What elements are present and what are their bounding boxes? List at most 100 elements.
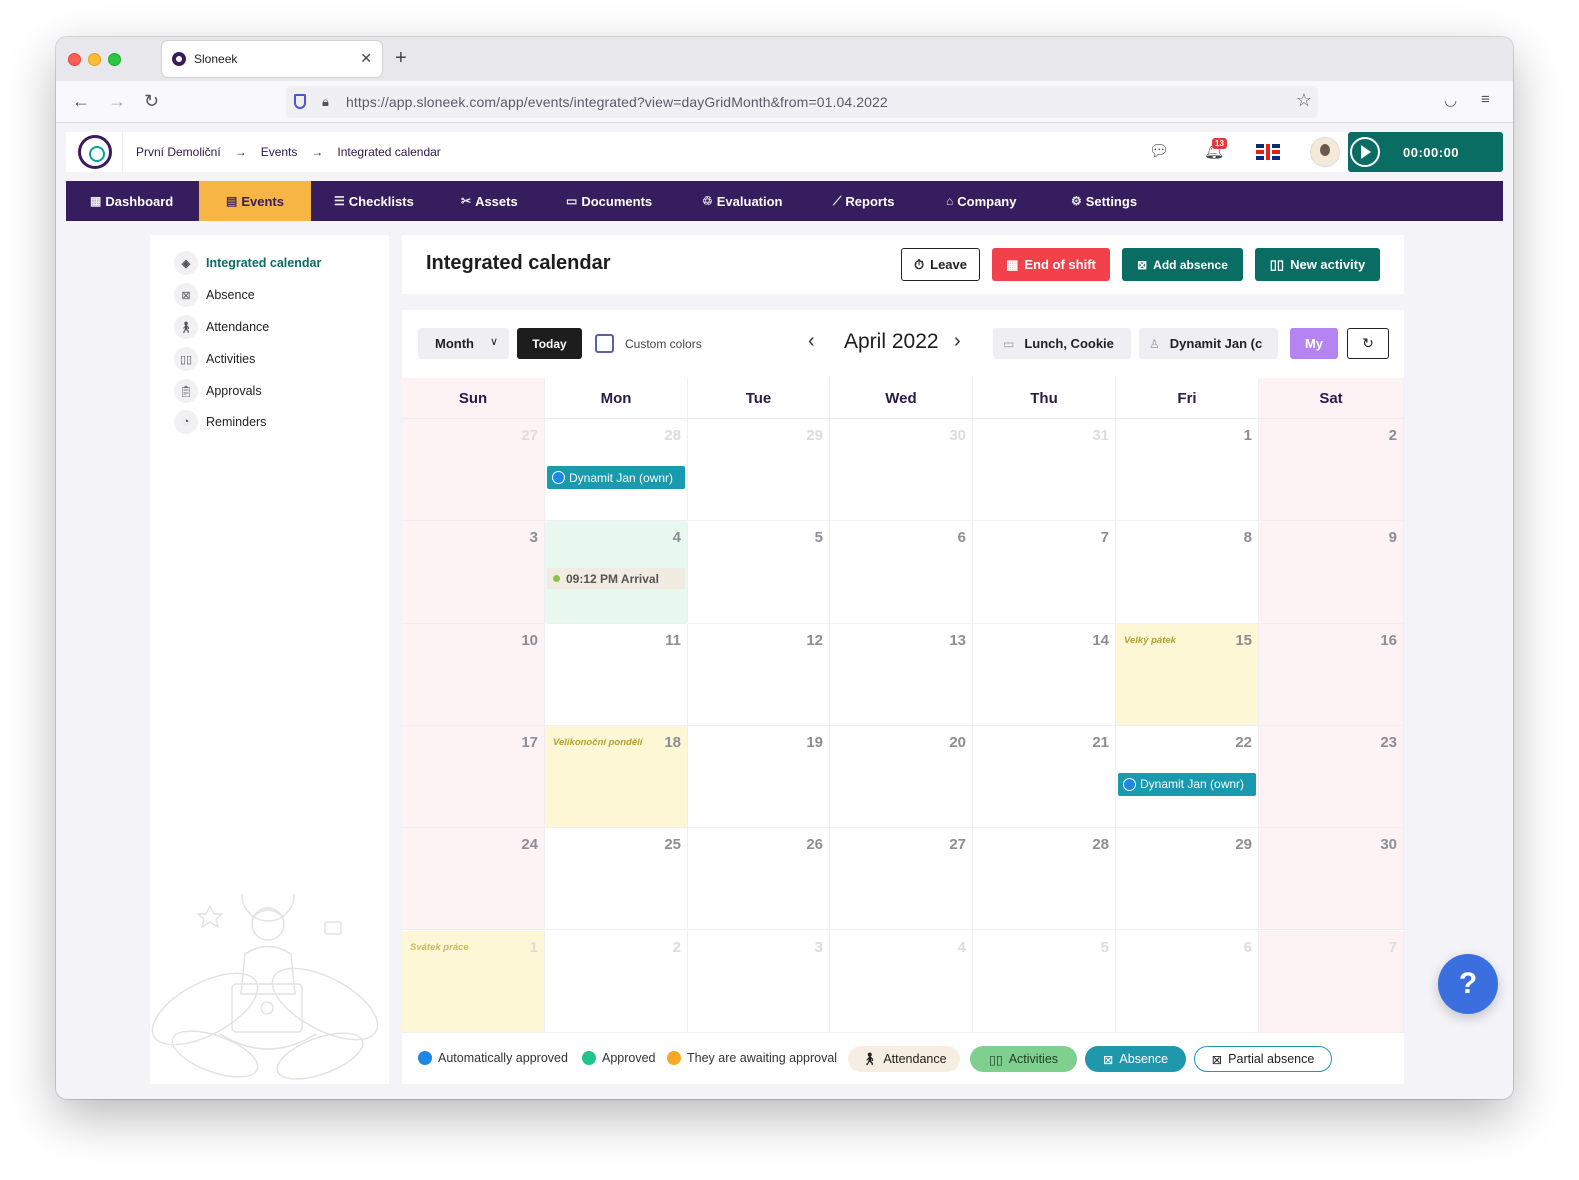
browser-tab[interactable]: Sloneek ✕ (162, 41, 382, 77)
calendar-day-cell[interactable]: 29 (1116, 828, 1259, 931)
calendar-day-cell[interactable]: 16 (1259, 623, 1404, 726)
calendar-day-cell[interactable]: 28 (973, 828, 1116, 931)
legend-absence[interactable]: ⊠ Absence (1085, 1046, 1186, 1072)
calendar-day-cell[interactable]: 7 (973, 521, 1116, 624)
calendar-day-cell[interactable]: 30 (1259, 828, 1404, 931)
legend-activities[interactable]: ▯▯ Activities (970, 1046, 1077, 1072)
chat-icon[interactable]: 💬︎ (1149, 141, 1169, 161)
calendar-day-cell[interactable]: 29 (688, 419, 830, 522)
calendar-day-cell[interactable]: 24 (402, 828, 545, 931)
calendar-day-cell[interactable]: 27 (830, 828, 973, 931)
calendar-day-cell[interactable]: 5 (688, 521, 830, 624)
sidebar-item-integrated-calendar[interactable]: ◈ Integrated calendar (174, 251, 321, 275)
custom-colors-label[interactable]: Custom colors (625, 337, 702, 351)
nav-evaluation[interactable]: ♲ Evaluation (702, 181, 783, 221)
sidebar-item-attendance[interactable]: 🚶︎ Attendance (174, 315, 269, 339)
url-field[interactable]: 🔒︎ https://app.sloneek.com/app/events/in… (286, 86, 1318, 118)
sidebar-item-reminders[interactable]: ◔ Reminders (174, 410, 266, 434)
calendar-day-cell[interactable]: 11 (545, 623, 688, 726)
play-icon[interactable] (1350, 137, 1380, 167)
calendar-day-cell[interactable]: 12 (688, 623, 830, 726)
refresh-icon[interactable]: ↻ (1347, 328, 1389, 359)
calendar-day-cell[interactable]: 21 (973, 725, 1116, 829)
calendar-day-cell[interactable]: 6 (830, 521, 973, 624)
calendar-day-cell[interactable]: 5 (973, 930, 1116, 1033)
pocket-icon[interactable]: ◡ (1444, 91, 1457, 109)
calendar-day-cell[interactable]: 4 (830, 930, 973, 1033)
sidebar-item-absence[interactable]: ⊠ Absence (174, 283, 255, 307)
lock-icon[interactable]: 🔒︎ (322, 94, 329, 110)
calendar-day-cell[interactable]: 4 09:12 PM Arrival (545, 521, 688, 624)
close-window-button[interactable] (68, 53, 81, 66)
nav-checklists[interactable]: ☰ Checklists (334, 181, 414, 221)
shield-icon[interactable] (294, 94, 306, 109)
nav-settings[interactable]: ⚙ Settings (1071, 181, 1137, 221)
help-button[interactable]: ? (1438, 954, 1498, 1014)
calendar-day-cell[interactable]: 2 (545, 930, 688, 1033)
breadcrumb-events[interactable]: Events (261, 145, 298, 159)
calendar-day-cell[interactable]: 17 (402, 725, 545, 829)
sloneek-logo[interactable] (78, 135, 112, 169)
calendar-day-cell[interactable]: 7 (1259, 930, 1404, 1033)
calendar-day-cell[interactable]: 6 (1116, 930, 1259, 1033)
calendar-day-cell[interactable]: 20 (830, 725, 973, 829)
bookmark-star-icon[interactable]: ☆ (1296, 90, 1312, 111)
menu-icon[interactable]: ≡ (1481, 91, 1490, 108)
legend-attendance[interactable]: 🚶︎ Attendance (848, 1046, 960, 1072)
calendar-day-cell[interactable]: 8 (1116, 521, 1259, 624)
calendar-day-cell[interactable]: 23 (1259, 725, 1404, 829)
back-icon[interactable]: ← (72, 91, 90, 112)
calendar-day-cell[interactable]: 10 (402, 623, 545, 726)
nav-company[interactable]: ⌂ Company (946, 181, 1016, 221)
calendar-day-cell[interactable]: 3 (402, 521, 545, 624)
calendar-day-cell[interactable]: 15 Velký pátek (1116, 623, 1259, 726)
calendar-day-cell[interactable]: 1 Svátek práce (402, 930, 545, 1033)
calendar-day-cell[interactable]: 30 (830, 419, 973, 522)
uk-flag-icon[interactable] (1256, 144, 1280, 160)
sidebar-item-approvals[interactable]: 📋︎ Approvals (174, 379, 262, 403)
maximize-window-button[interactable] (108, 53, 121, 66)
today-button[interactable]: Today (517, 328, 582, 359)
close-tab-icon[interactable]: ✕ (360, 50, 372, 67)
absence-event[interactable]: Dynamit Jan (ownr) (1118, 772, 1256, 796)
nav-documents[interactable]: ▭ Documents (566, 181, 652, 221)
leave-button[interactable]: ⏱︎ Leave (901, 248, 980, 281)
reload-icon[interactable]: ↻ (144, 91, 159, 112)
end-of-shift-button[interactable]: ▦ End of shift (992, 248, 1110, 281)
prev-month-icon[interactable]: ‹ (808, 330, 815, 353)
calendar-day-cell[interactable]: 27 (402, 419, 545, 522)
nav-assets[interactable]: ✂ Assets (461, 181, 518, 221)
absence-event[interactable]: Dynamit Jan (ownr) (547, 466, 685, 489)
next-month-icon[interactable]: › (954, 330, 961, 353)
calendar-day-cell[interactable]: 31 (973, 419, 1116, 522)
minimize-window-button[interactable] (88, 53, 101, 66)
view-select[interactable]: Month ∨ (418, 328, 509, 359)
url-text[interactable]: https://app.sloneek.com/app/events/integ… (346, 94, 888, 110)
calendar-day-cell[interactable]: 22 Dynamit Jan (ownr) (1116, 725, 1259, 829)
add-absence-button[interactable]: ⊠ Add absence (1122, 248, 1243, 281)
attendance-event[interactable]: 09:12 PM Arrival (547, 568, 685, 590)
custom-colors-checkbox[interactable] (595, 334, 614, 353)
nav-reports[interactable]: ⟋ Reports (833, 181, 895, 221)
calendar-day-cell[interactable]: 26 (688, 828, 830, 931)
nav-events[interactable]: ▤ Events (199, 181, 311, 221)
calendar-day-cell[interactable]: 1 (1116, 419, 1259, 522)
calendar-day-cell[interactable]: 2 (1259, 419, 1404, 522)
legend-partial-absence[interactable]: ⊠ Partial absence (1194, 1046, 1332, 1072)
calendar-day-cell[interactable]: 9 (1259, 521, 1404, 624)
new-tab-icon[interactable]: + (395, 47, 407, 70)
place-filter[interactable]: ▭ Lunch, Cookie (993, 328, 1131, 359)
calendar-day-cell[interactable]: 28 Dynamit Jan (ownr) (545, 419, 688, 522)
breadcrumb-company[interactable]: První Demoliční (136, 145, 221, 159)
calendar-day-cell[interactable]: 18 Velikonoční pondělí (545, 725, 688, 829)
sidebar-item-activities[interactable]: ▯▯ Activities (174, 347, 255, 371)
my-button[interactable]: My (1290, 328, 1338, 359)
forward-icon[interactable]: → (108, 91, 126, 112)
calendar-day-cell[interactable]: 14 (973, 623, 1116, 726)
nav-dashboard[interactable]: ▦ Dashboard (90, 181, 173, 221)
calendar-day-cell[interactable]: 25 (545, 828, 688, 931)
calendar-day-cell[interactable]: 19 (688, 725, 830, 829)
avatar[interactable] (1310, 137, 1340, 167)
calendar-day-cell[interactable]: 3 (688, 930, 830, 1033)
calendar-day-cell[interactable]: 13 (830, 623, 973, 726)
